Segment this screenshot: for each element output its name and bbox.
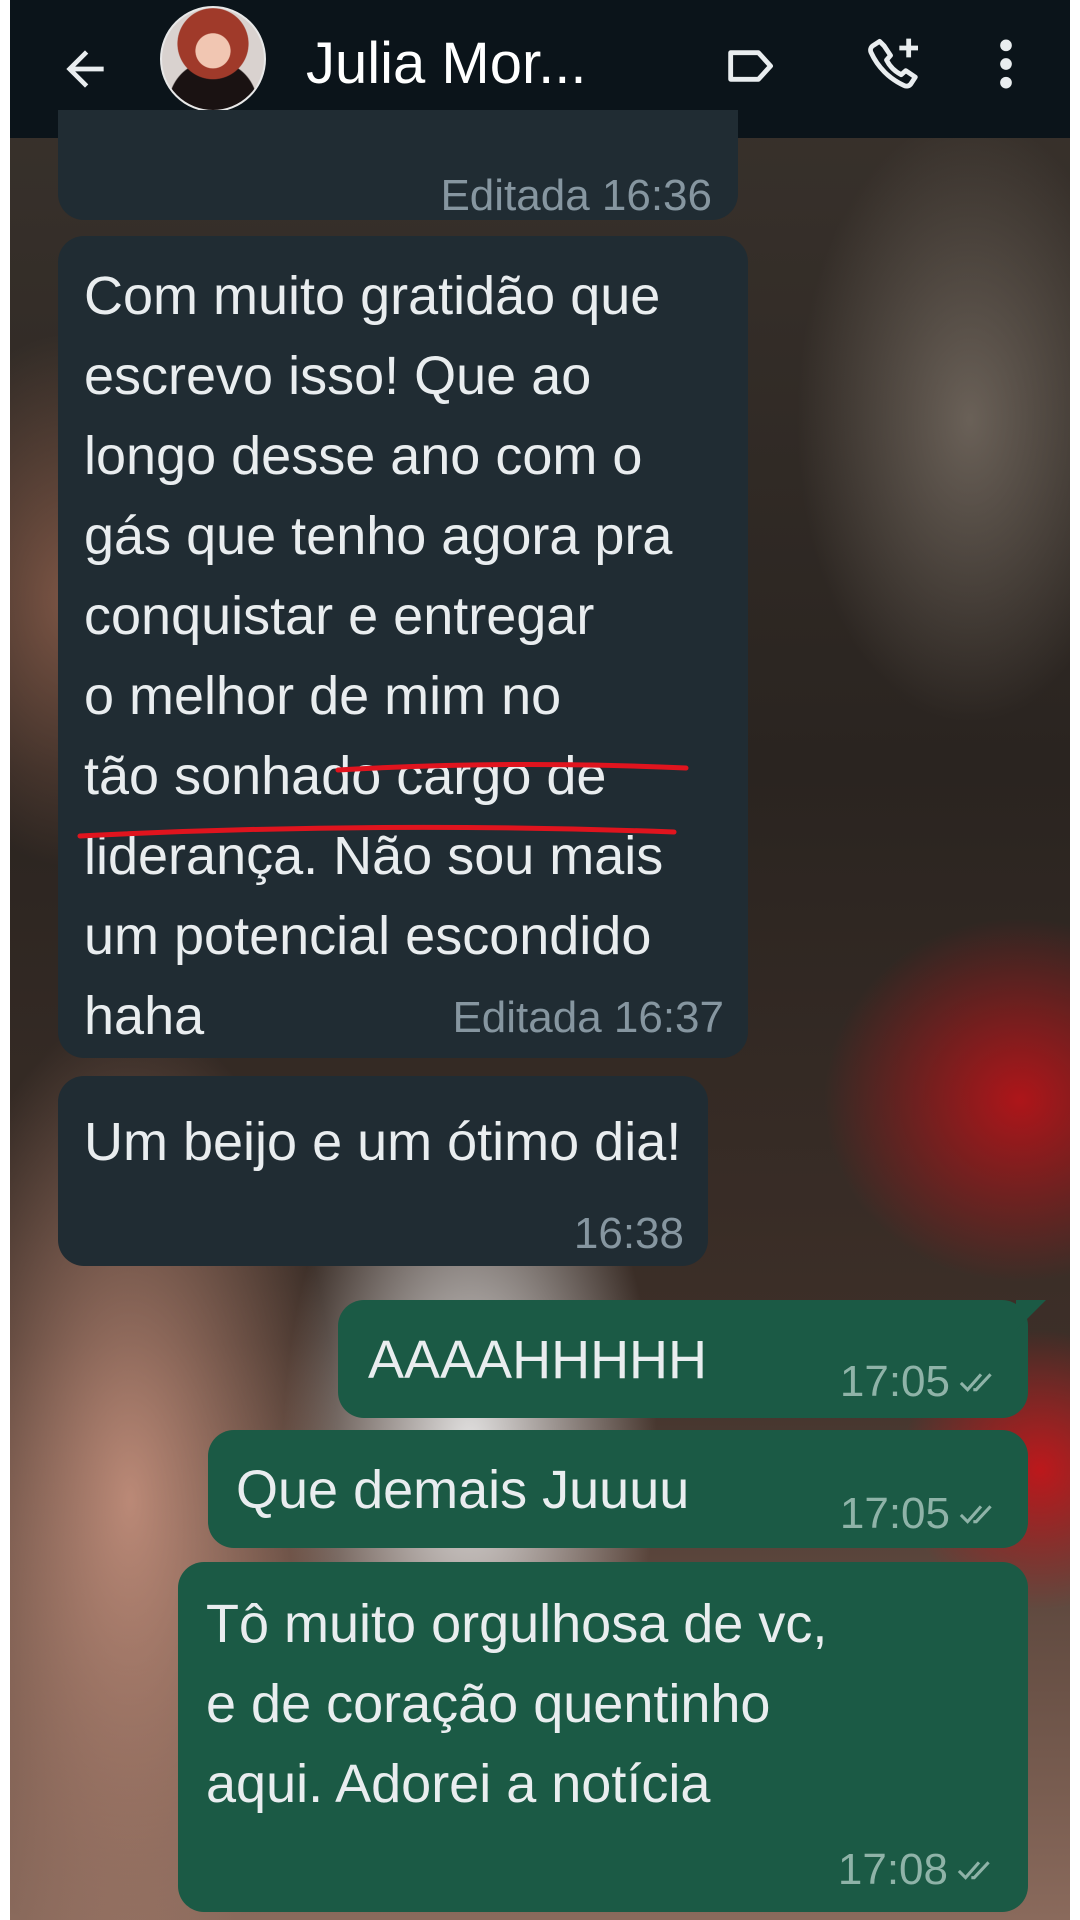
message-meta: 17:05 xyxy=(840,1474,1004,1554)
underlined-text: um potencial escondido xyxy=(84,906,652,966)
double-check-icon xyxy=(956,1854,1002,1886)
message-line: e de coração quentinho xyxy=(206,1674,771,1734)
message-time: 17:05 xyxy=(839,1357,950,1406)
message-bubble-incoming[interactable]: Um beijo e um ótimo dia! 16:38 xyxy=(58,1076,708,1266)
message-line: escrevo isso! Que ao xyxy=(84,346,592,406)
message-status: Editada 16:37 xyxy=(452,993,724,1042)
label-icon[interactable] xyxy=(710,26,790,106)
contact-name[interactable]: Julia Mor... xyxy=(306,30,666,97)
double-check-icon xyxy=(958,1366,1004,1398)
message-line: gás que tenho agora pra xyxy=(84,506,673,566)
message-bubble-incoming[interactable]: Editada 16:36 xyxy=(58,110,738,220)
message-text: Que demais Juuuu xyxy=(236,1460,690,1520)
message-bubble-outgoing[interactable]: Tô muito orgulhosa de vc, e de coração q… xyxy=(178,1562,1028,1912)
message-line: tão sonhado cargo de xyxy=(84,746,607,806)
message-text: AAAAHHHHH xyxy=(368,1330,708,1390)
message-text: Um beijo e um ótimo dia! xyxy=(84,1112,682,1172)
underlined-text: Não sou mais xyxy=(333,826,664,886)
message-line: liderança. Não sou mais xyxy=(84,816,724,896)
message-time: 16:38 xyxy=(573,1209,684,1258)
arrow-left-icon[interactable] xyxy=(50,34,120,104)
message-line: longo desse ano com o xyxy=(84,426,643,486)
message-meta: 17:05 xyxy=(840,1342,1004,1422)
message-bubble-outgoing[interactable]: Que demais Juuuu 17:05 xyxy=(208,1430,1028,1548)
message-line: o melhor de mim no xyxy=(84,666,562,726)
message-line: Tô muito orgulhosa de vc, xyxy=(206,1594,828,1654)
bubble-tail xyxy=(1016,1300,1046,1330)
more-vert-icon[interactable] xyxy=(976,22,1036,106)
avatar[interactable] xyxy=(160,6,266,112)
message-meta: 17:08 xyxy=(838,1830,1002,1910)
double-check-icon xyxy=(958,1498,1004,1530)
message-bubble-outgoing[interactable]: AAAAHHHHH 17:05 xyxy=(338,1300,1046,1418)
add-call-icon[interactable] xyxy=(854,22,934,106)
message-time: 17:05 xyxy=(839,1489,950,1538)
message-line: Com muito gratidão que xyxy=(84,266,661,326)
message-line: conquistar e entregar xyxy=(84,586,595,646)
message-bubble-incoming[interactable]: Com muito gratidão que escrevo isso! Que… xyxy=(58,236,748,1058)
message-time: 17:08 xyxy=(837,1845,948,1894)
message-status: Editada 16:36 xyxy=(440,171,712,220)
message-text: Com muito gratidão que escrevo isso! Que… xyxy=(84,256,724,1056)
message-line: aqui. Adorei a notícia xyxy=(206,1754,711,1814)
chat-screen: Julia Mor... Editada 16:36 Com muito gra… xyxy=(10,0,1070,1920)
message-line-part: liderança. xyxy=(84,826,334,886)
